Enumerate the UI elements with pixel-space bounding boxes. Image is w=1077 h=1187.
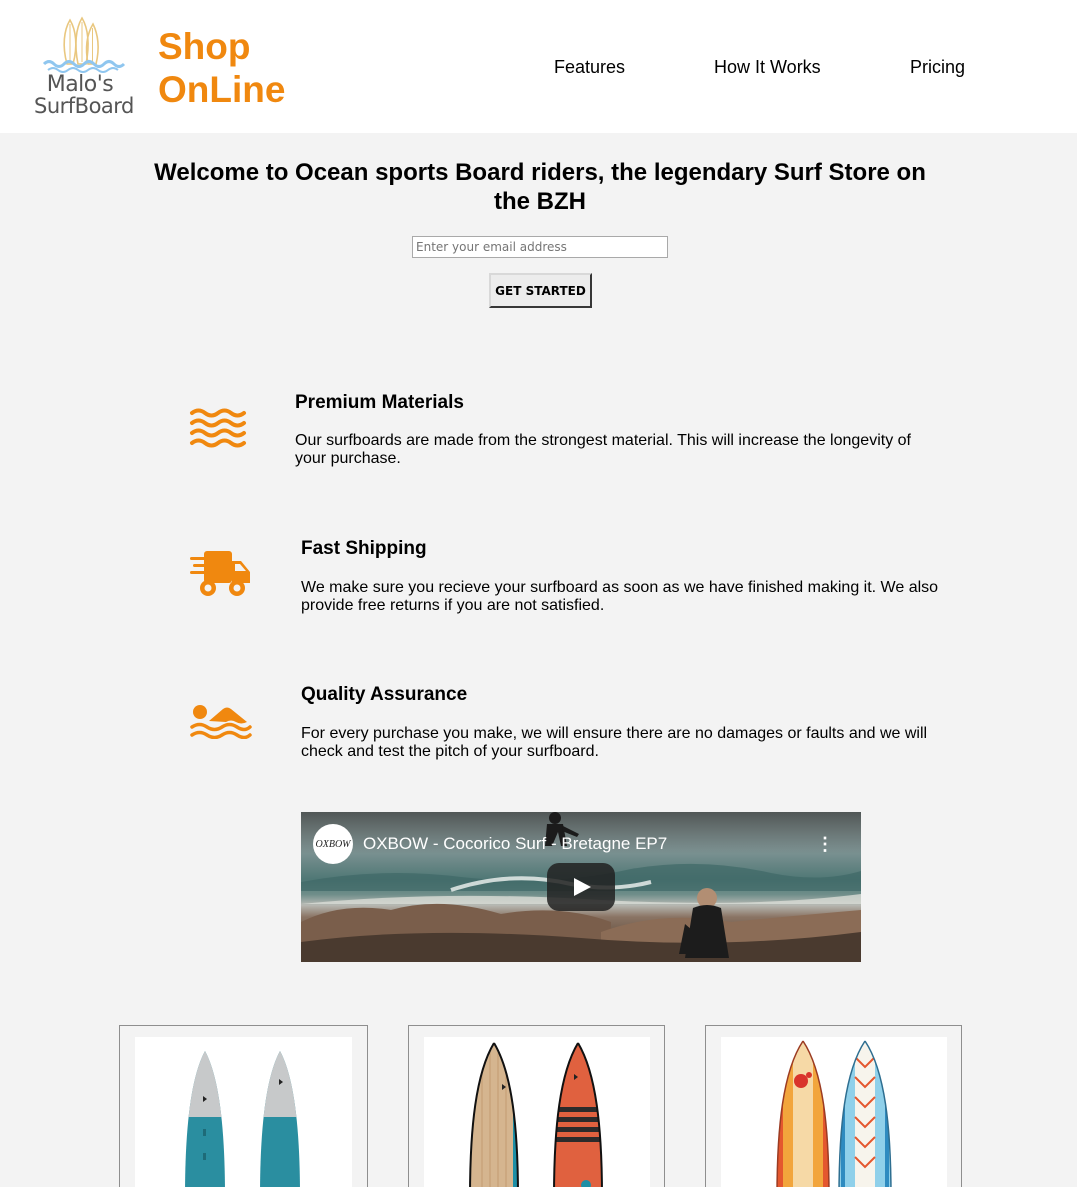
surfboard-pair-image [776, 1040, 892, 1187]
feature-text-premium-materials: Our surfboards are made from the stronge… [295, 432, 911, 467]
nav-link-features[interactable]: Features [554, 57, 625, 78]
product-card[interactable] [705, 1025, 962, 1187]
feature-title-fast-shipping: Fast Shipping [301, 538, 427, 559]
hero-title: Welcome to Ocean sports Board riders, th… [154, 159, 926, 215]
brand-line2: OnLine [158, 69, 286, 110]
video-title[interactable]: OXBOW - Cocorico Surf - Bretagne EP7 [363, 834, 667, 854]
play-button[interactable] [547, 863, 615, 911]
site-header: Malo's SurfBoard Shop OnLine Features Ho… [0, 0, 1077, 133]
product-card[interactable] [119, 1025, 368, 1187]
logo-text-line1: Malo's [46, 72, 114, 97]
feature-text-quality-assurance: For every purchase you make, we will ens… [301, 725, 928, 760]
surfboard-pair-image [469, 1042, 603, 1187]
get-started-button[interactable]: GET STARTED [489, 273, 592, 308]
channel-avatar[interactable]: OXBOW [313, 824, 353, 864]
surfboard-pair-image [185, 1051, 300, 1187]
feature-title-quality-assurance: Quality Assurance [301, 684, 468, 705]
nav-link-pricing[interactable]: Pricing [910, 57, 965, 78]
product-image [135, 1037, 352, 1187]
water-waves-icon [190, 408, 246, 448]
site-logo[interactable]: Malo's SurfBoard [34, 16, 134, 118]
product-image [721, 1037, 947, 1187]
surfboards-logo-icon [42, 16, 126, 73]
shipping-truck-icon [190, 551, 250, 596]
product-image [424, 1037, 650, 1187]
product-card[interactable] [408, 1025, 665, 1187]
video-embed[interactable]: OXBOW OXBOW - Cocorico Surf - Bretagne E… [301, 812, 861, 962]
nav-link-how-it-works[interactable]: How It Works [714, 57, 821, 78]
more-options-icon[interactable]: ⋮ [816, 834, 834, 854]
brand-line1: Shop [158, 26, 251, 67]
email-input[interactable] [412, 236, 668, 258]
logo-text-line2: SurfBoard [34, 94, 134, 118]
feature-title-premium-materials: Premium Materials [295, 392, 464, 413]
swimmer-icon [190, 705, 252, 739]
feature-text-fast-shipping: We make sure you recieve your surfboard … [301, 579, 939, 614]
brand-title: Shop OnLine [158, 25, 285, 111]
